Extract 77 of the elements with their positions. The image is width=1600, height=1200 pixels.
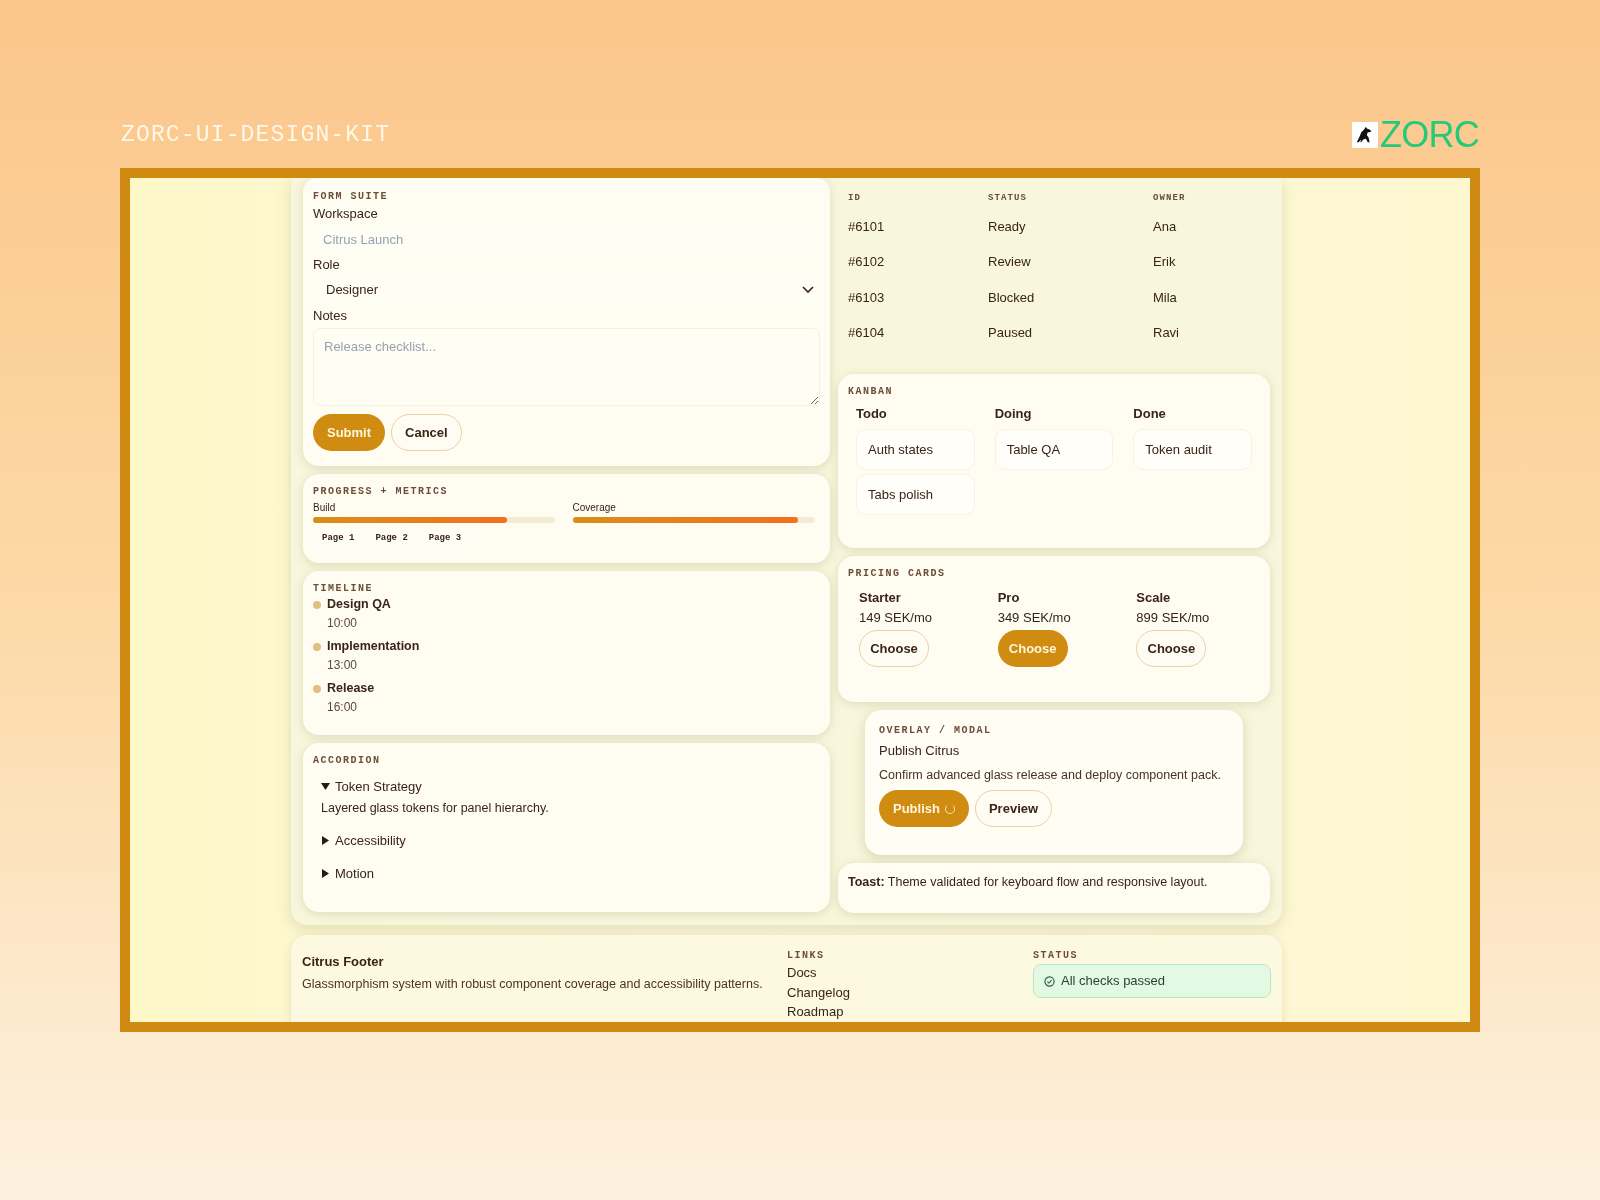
footer-link[interactable]: Docs xyxy=(787,963,1033,983)
field-label: Workspace xyxy=(313,205,379,223)
chevron-down-icon xyxy=(802,286,814,294)
section-label: FORM SUITE xyxy=(313,190,389,204)
table-cell-text: Review xyxy=(988,253,1032,271)
plan-name: Scale xyxy=(1136,589,1172,607)
event-title: Design QA xyxy=(327,596,391,613)
toast-message: Toast: Theme validated for keyboard flow and responsive layout. xyxy=(838,863,1270,913)
column-header: ID xyxy=(848,192,862,205)
secondary-button[interactable]: Choose xyxy=(859,630,929,667)
section-label: LINKS xyxy=(787,949,826,963)
table-cell-text: #6103 xyxy=(848,288,886,307)
caret-right-icon xyxy=(321,835,330,845)
kanban-task-card[interactable]: Table QA xyxy=(994,429,1114,470)
footer-description: Glassmorphism system with robust component coverage and accessibility patterns. xyxy=(302,976,764,993)
section-label: OVERLAY / MODAL xyxy=(879,724,993,738)
event-title: Implementation xyxy=(327,638,420,655)
section-label: PROGRESS + METRICS xyxy=(313,485,450,499)
kanban-task-card[interactable]: Token audit xyxy=(1133,429,1252,470)
brand-logo: ZORC xyxy=(1379,117,1479,153)
page-button[interactable]: Page 1 xyxy=(313,528,364,550)
footer-link[interactable]: Roadmap xyxy=(787,1002,1033,1022)
section-label: ACCORDION xyxy=(313,754,382,768)
secondary-button[interactable]: Preview xyxy=(974,790,1053,827)
kanban-column-title: Doing xyxy=(994,405,1033,423)
column-header: STATUS xyxy=(988,192,1028,205)
footer-link[interactable]: Changelog xyxy=(787,982,1033,1002)
meter-label: Build xyxy=(313,501,337,515)
section-label: PRICING CARDS xyxy=(848,567,947,581)
plan-name: Pro xyxy=(997,589,1021,607)
table-cell-text: #6102 xyxy=(848,253,886,271)
page-button[interactable]: Page 3 xyxy=(419,528,471,550)
table-cell-text: #6101 xyxy=(848,217,886,236)
kanban-column-title: Done xyxy=(1133,405,1167,423)
accordion-header[interactable]: Token Strategy xyxy=(321,777,812,797)
notes-textarea[interactable]: Release checklist... xyxy=(313,328,820,406)
plan-price: 149 SEK/mo xyxy=(859,609,933,627)
page-title: ZORC-UI-DESIGN-KIT xyxy=(121,120,391,150)
table-cell-text: Ana xyxy=(1153,217,1178,236)
accordion-header[interactable]: Accessibility xyxy=(321,830,812,850)
accordion-header[interactable]: Motion xyxy=(321,864,812,884)
event-time: 13:00 xyxy=(327,657,359,674)
page-button[interactable]: Page 2 xyxy=(366,528,417,550)
plan-name: Starter xyxy=(859,589,902,607)
kanban-column-title: Todo xyxy=(856,405,888,423)
section-label: TIMELINE xyxy=(313,582,374,596)
footer-title: Citrus Footer xyxy=(302,953,385,971)
meter-label: Coverage xyxy=(572,501,617,515)
column-header: OWNER xyxy=(1153,192,1187,205)
status-text: All checks passed xyxy=(1061,972,1166,991)
section-label: STATUS xyxy=(1033,949,1079,963)
plan-price: 899 SEK/mo xyxy=(1136,609,1211,627)
table-cell-text: Ravi xyxy=(1153,324,1180,342)
secondary-button[interactable]: Cancel xyxy=(391,414,462,451)
kanban-task-card[interactable]: Tabs polish xyxy=(856,474,975,515)
accordion-body: Layered glass tokens for panel hierarchy. xyxy=(321,799,550,817)
event-time: 16:00 xyxy=(327,699,359,716)
plan-price: 349 SEK/mo xyxy=(997,609,1072,627)
caret-right-icon xyxy=(321,869,330,879)
modal-title: Publish Citrus xyxy=(879,742,961,760)
secondary-button[interactable]: Choose xyxy=(1136,630,1207,667)
field-label: Role xyxy=(313,256,341,274)
kanban-task-card[interactable]: Auth states xyxy=(856,429,975,470)
section-label: KANBAN xyxy=(848,385,894,399)
caret-down-icon xyxy=(321,782,330,792)
event-time: 10:00 xyxy=(327,615,359,632)
animal-logo-icon xyxy=(1351,122,1378,148)
modal-text: Confirm advanced glass release and deploy component pack. xyxy=(879,767,1222,784)
table-cell-text: #6104 xyxy=(848,324,886,342)
check-circle-icon xyxy=(1044,975,1055,987)
event-title: Release xyxy=(327,680,375,697)
table-cell-text: Blocked xyxy=(988,288,1036,307)
table-cell-text: Mila xyxy=(1153,288,1178,307)
table-cell-text: Ready xyxy=(988,217,1027,236)
table-cell-text: Erik xyxy=(1153,253,1177,271)
table-cell-text: Paused xyxy=(988,324,1034,342)
field-label: Notes xyxy=(313,307,348,325)
